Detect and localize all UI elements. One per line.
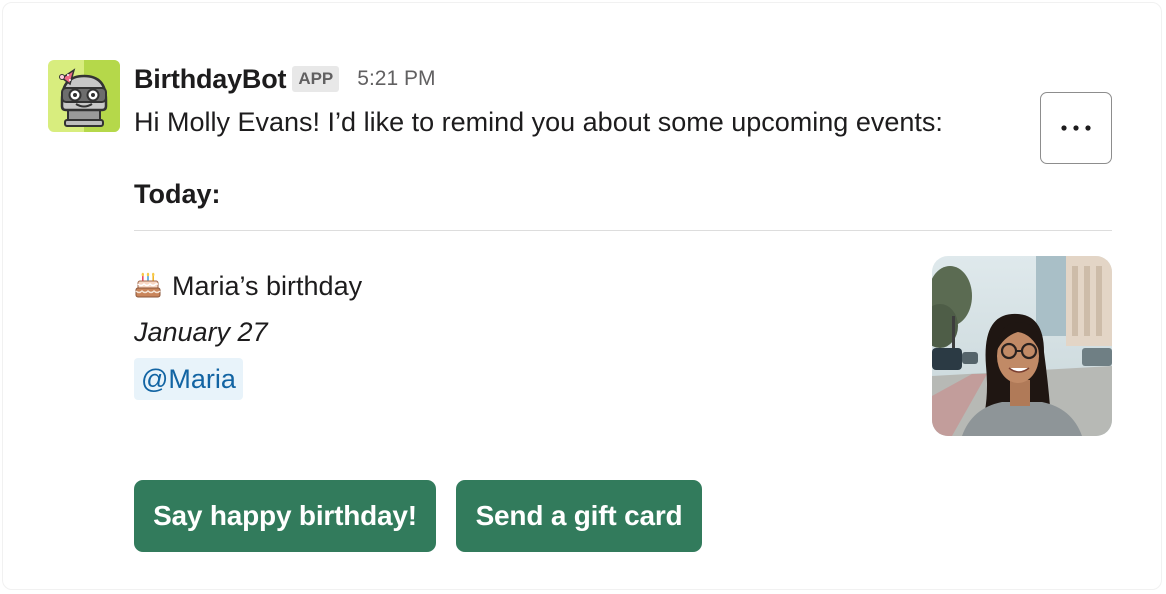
birthday-cake-icon [135, 272, 161, 298]
event-date: January 27 [134, 317, 268, 347]
timestamp[interactable]: 5:21 PM [357, 67, 435, 91]
event-name: Maria’s birthday [134, 268, 362, 304]
message-header: BirthdayBot APP 5:21 PM [134, 62, 436, 96]
profile-photo [932, 256, 1112, 436]
user-mention[interactable]: @Maria [134, 358, 243, 400]
robot-icon [48, 60, 120, 132]
bot-name[interactable]: BirthdayBot [134, 64, 287, 95]
profile-photo-image [932, 256, 1112, 436]
say-happy-birthday-button[interactable]: Say happy birthday! [134, 480, 436, 552]
section-title: Today: [134, 179, 221, 209]
message-text: Hi Molly Evans! I’d like to remind you a… [134, 107, 943, 137]
send-gift-card-button[interactable]: Send a gift card [456, 480, 702, 552]
more-actions-button[interactable] [1040, 92, 1112, 164]
ellipsis-icon [1061, 125, 1091, 131]
app-badge: APP [292, 66, 340, 92]
divider [134, 230, 1112, 231]
event-name-label: Maria’s birthday [172, 271, 363, 301]
bot-avatar[interactable] [48, 60, 120, 132]
